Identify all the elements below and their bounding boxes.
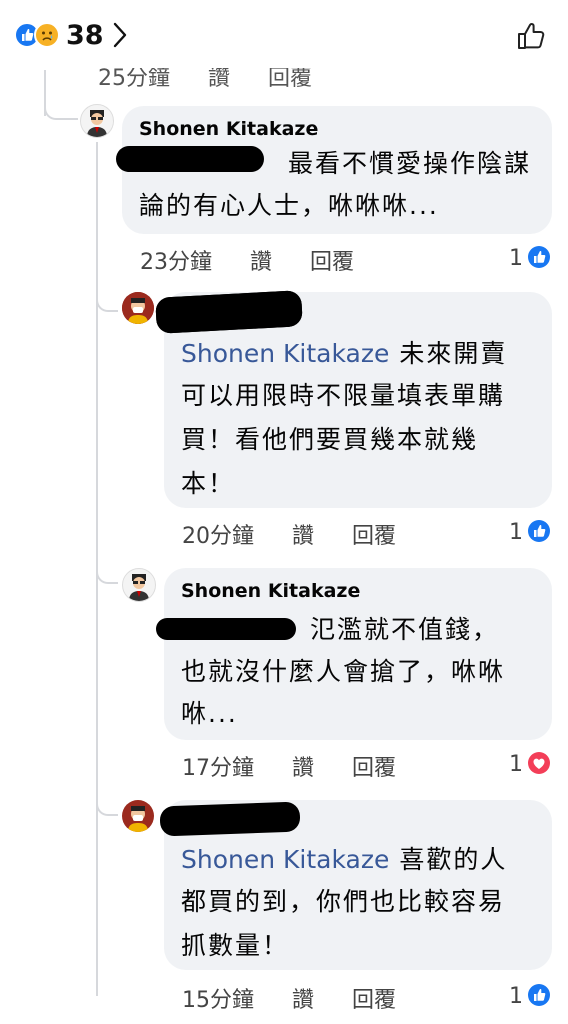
comment-author[interactable]: Shonen Kitakaze bbox=[139, 118, 318, 140]
comment-text: 咻... bbox=[181, 699, 238, 728]
like-link[interactable]: 讚 bbox=[292, 524, 314, 549]
like-icon bbox=[528, 520, 550, 542]
like-button-icon[interactable] bbox=[516, 21, 548, 55]
reaction-count[interactable]: 38 bbox=[66, 18, 104, 54]
timestamp: 17分鐘 bbox=[182, 756, 254, 781]
comment-text: 都買的到，你們也比較容易 bbox=[181, 887, 506, 916]
comment-text: Shonen Kitakaze 未來開賣 bbox=[181, 339, 508, 368]
redaction-mark bbox=[155, 290, 303, 334]
reaction-total[interactable]: 1 bbox=[509, 752, 523, 777]
reply-link[interactable]: 回覆 bbox=[310, 250, 354, 275]
comment-meta: 15分鐘 讚 回覆 bbox=[182, 982, 434, 1014]
avatar[interactable] bbox=[122, 800, 154, 832]
like-icon bbox=[528, 246, 550, 268]
reply-link[interactable]: 回覆 bbox=[352, 524, 396, 549]
comment-text: 買！看他們要買幾本就幾 bbox=[181, 425, 479, 454]
comment-text: 本！ bbox=[181, 469, 236, 498]
timestamp: 15分鐘 bbox=[182, 988, 254, 1013]
mention-link[interactable]: Shonen Kitakaze bbox=[181, 339, 389, 368]
redaction-mark bbox=[116, 146, 264, 172]
comment-text: Shonen Kitakaze 喜歡的人 bbox=[181, 845, 508, 874]
comment-text: 也就沒什麼人會搶了，咻咻 bbox=[181, 657, 506, 686]
thread-connector bbox=[44, 70, 78, 120]
comment-text: 論的有心人士，咻咻咻... bbox=[139, 191, 439, 220]
like-icon bbox=[528, 984, 550, 1006]
reaction-total[interactable]: 1 bbox=[509, 246, 523, 271]
reaction-total[interactable]: 1 bbox=[509, 520, 523, 545]
thread-connector bbox=[96, 276, 118, 312]
comment-meta: 23分鐘 讚 回覆 bbox=[140, 244, 392, 276]
comment-meta: 20分鐘 讚 回覆 bbox=[182, 518, 434, 550]
comment-text: 抓數量！ bbox=[181, 931, 290, 960]
reactions-header: 38 bbox=[0, 0, 568, 72]
chevron-right-icon[interactable] bbox=[112, 20, 128, 57]
reply-link[interactable]: 回覆 bbox=[352, 756, 396, 781]
reply-link[interactable]: 回覆 bbox=[352, 988, 396, 1013]
thread-connector bbox=[96, 548, 118, 584]
reaction-total[interactable]: 1 bbox=[509, 984, 523, 1009]
comment-bubble: Shonen Kitakaze 最看不慣愛操作陰謀 論的有心人士，咻咻咻... bbox=[116, 106, 552, 234]
comment-bubble: Shonen Kitakaze 氾濫就不值錢， 也就沒什麼人會搶了，咻咻 咻..… bbox=[156, 568, 552, 740]
comment-author[interactable]: Shonen Kitakaze bbox=[181, 580, 360, 602]
timestamp: 23分鐘 bbox=[140, 250, 212, 275]
avatar[interactable] bbox=[80, 104, 114, 138]
timestamp: 20分鐘 bbox=[182, 524, 254, 549]
thread-connector bbox=[96, 780, 118, 816]
like-link[interactable]: 讚 bbox=[292, 756, 314, 781]
like-link[interactable]: 讚 bbox=[250, 250, 272, 275]
like-link[interactable]: 讚 bbox=[292, 988, 314, 1013]
comment-text: 最看不慣愛操作陰謀 bbox=[288, 149, 532, 178]
avatar[interactable] bbox=[122, 568, 156, 602]
redaction-mark bbox=[159, 801, 301, 837]
mention-link[interactable]: Shonen Kitakaze bbox=[181, 845, 389, 874]
redaction-mark bbox=[156, 618, 296, 640]
avatar[interactable] bbox=[122, 292, 154, 324]
comment-text: 氾濫就不值錢， bbox=[310, 615, 500, 644]
sad-icon bbox=[34, 22, 60, 48]
comment-text: 可以用限時不限量填表單購 bbox=[181, 381, 506, 410]
heart-icon bbox=[528, 752, 550, 774]
comment-meta: 17分鐘 讚 回覆 bbox=[182, 750, 434, 782]
